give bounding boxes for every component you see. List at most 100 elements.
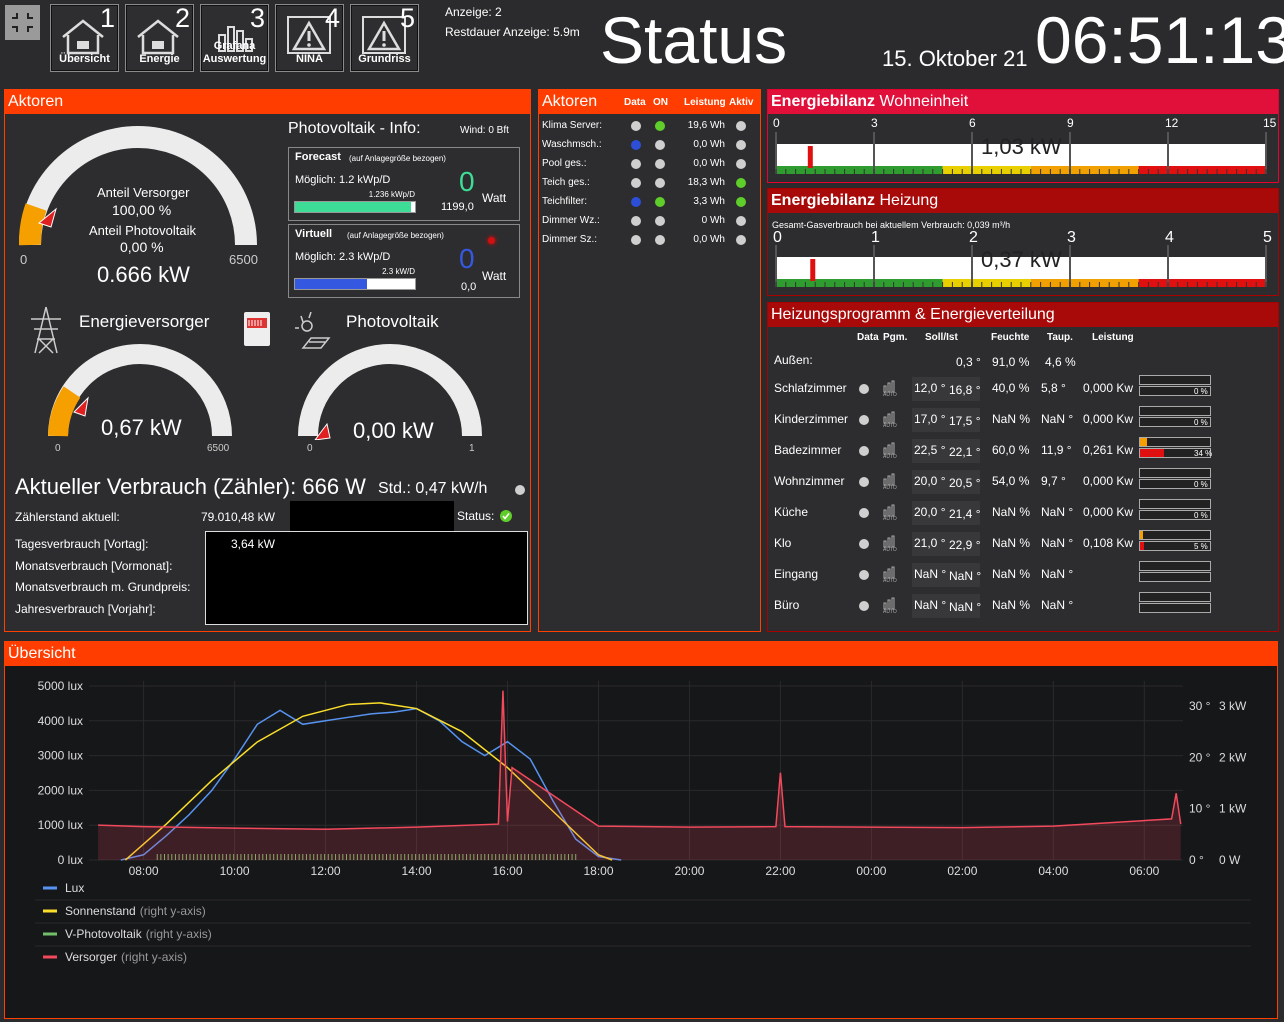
program-auto-icon[interactable]: AUTO <box>882 566 898 587</box>
verbrauch-row-label: Zählerstand aktuell: <box>15 510 120 524</box>
col-on: ON <box>653 97 668 108</box>
room-data-dot <box>859 601 869 611</box>
forecast-box: Forecast (auf Anlagegröße bezogen) Mögli… <box>288 147 520 221</box>
room-leistung: 0,261 Kw <box>1083 443 1134 457</box>
aktor-name: Dimmer Wz.: <box>542 215 600 226</box>
nav-label: NINA <box>296 53 323 65</box>
aktor-aktiv-dot <box>736 197 746 207</box>
room-taupunkt: NaN ° <box>1041 536 1074 550</box>
valve-bar <box>1139 530 1211 540</box>
program-auto-icon[interactable]: AUTO <box>882 535 898 556</box>
scale-tick: 2 <box>969 229 978 246</box>
verbrauch-title: Aktueller Verbrauch (Zähler): 666 W <box>15 474 366 499</box>
aktor-on-toggle[interactable] <box>655 178 665 188</box>
x-tick: 16:00 <box>492 864 522 878</box>
forecast-title: Forecast <box>295 151 341 163</box>
room-soll: 12,0 ° <box>914 381 946 395</box>
scale-tick: 9 <box>1067 116 1074 130</box>
pv-share-value: 0,00 % <box>120 239 164 255</box>
verbrauch-std: Std.: 0,47 kW/h <box>378 480 488 497</box>
room-feuchte: 60,0 % <box>992 443 1030 457</box>
room-feuchte: NaN % <box>992 598 1031 612</box>
program-auto-icon[interactable]: AUTO <box>882 380 898 401</box>
virtuell-value: 0 <box>459 243 475 274</box>
aktor-on-toggle[interactable] <box>655 197 665 207</box>
room-name: Schlafzimmer <box>774 381 847 395</box>
aktor-name: Teich ges.: <box>542 177 590 188</box>
fullscreen-button[interactable] <box>5 5 40 40</box>
forecast-kwp: 1.236 kWp/D <box>368 190 415 199</box>
forecast-progress <box>294 201 416 213</box>
program-auto-icon[interactable]: AUTO <box>882 442 898 463</box>
heizung-panel: Heizungsprogramm & Energieverteilung Dat… <box>767 302 1279 632</box>
room-soll: NaN ° <box>914 598 947 612</box>
room-taupunkt: 9,7 ° <box>1041 474 1066 488</box>
aktoren-panel: Aktoren Anteil Versorger 100,00 % Anteil… <box>4 89 531 632</box>
nav-button-4[interactable]: 4 NINA <box>275 3 344 72</box>
valve-fill <box>1140 531 1143 539</box>
x-tick: 00:00 <box>856 864 886 878</box>
aussen-feuchte: 91,0 % <box>992 355 1030 369</box>
wind-label: Wind: 0 Bft <box>460 125 509 136</box>
series-line-versorger <box>98 690 1182 830</box>
x-tick: 18:00 <box>583 864 613 878</box>
scale-tick: 15 <box>1263 116 1277 130</box>
aktor-data-dot <box>631 235 641 245</box>
nav-button-5[interactable]: 5 Grundriss <box>350 3 419 72</box>
svg-text:AUTO: AUTO <box>883 392 897 396</box>
aktor-data-dot <box>631 197 641 207</box>
y-left-tick: 4000 lux <box>38 714 83 728</box>
svg-text:AUTO: AUTO <box>883 547 897 551</box>
aktor-data-dot <box>631 216 641 226</box>
nav-number: 1 <box>99 3 115 33</box>
aktor-on-toggle[interactable] <box>655 121 665 131</box>
y-right-deg-tick: 30 ° <box>1189 699 1211 713</box>
verbrauch-row-label: Monatsverbrauch m. Grundpreis: <box>15 580 191 594</box>
forecast-unit: Watt <box>482 191 507 205</box>
aktor-data-dot <box>631 178 641 188</box>
virtuell-note: (auf Anlagegröße bezogen) <box>347 231 444 240</box>
room-data-dot <box>859 415 869 425</box>
aktor-on-toggle[interactable] <box>655 140 665 150</box>
valve-bar <box>1139 406 1211 416</box>
power-bar <box>1139 603 1211 613</box>
panel-title: Übersicht <box>5 642 1277 666</box>
nav-button-2[interactable]: 2 Energie <box>125 3 194 72</box>
energy-value: 1,03 kW <box>981 134 1062 159</box>
nav-button-3[interactable]: 3 Grafana Auswertung <box>200 3 269 72</box>
y-right-kw-tick: 1 kW <box>1219 802 1247 816</box>
nav-label: Übersicht <box>59 53 110 65</box>
forecast-possible: Möglich: 1.2 kWp/D <box>295 174 391 186</box>
aktor-aktiv-dot <box>736 140 746 150</box>
aktor-on-toggle[interactable] <box>655 159 665 169</box>
valve-fill <box>1140 438 1147 446</box>
svg-text:AUTO: AUTO <box>883 516 897 520</box>
room-feuchte: 54,0 % <box>992 474 1030 488</box>
col-pgm: Pgm. <box>883 332 908 343</box>
program-auto-icon[interactable]: AUTO <box>882 504 898 525</box>
program-auto-icon[interactable]: AUTO <box>882 473 898 494</box>
aktor-on-toggle[interactable] <box>655 216 665 226</box>
room-feuchte: 40,0 % <box>992 381 1030 395</box>
x-tick: 14:00 <box>402 864 432 878</box>
valve-bar <box>1139 468 1211 478</box>
valve-bar <box>1139 499 1211 509</box>
anzeige-label: Anzeige: 2 <box>445 5 502 19</box>
room-data-dot <box>859 477 869 487</box>
y-right-kw-tick: 2 kW <box>1219 750 1247 764</box>
scale-tick: 3 <box>871 116 878 130</box>
room-name: Küche <box>774 505 809 519</box>
room-data-dot <box>859 570 869 580</box>
room-ist: 21,4 ° <box>949 507 981 521</box>
room-leistung: 0,000 Kw <box>1083 381 1134 395</box>
col-data: Data <box>624 97 646 108</box>
photovoltaik-value: 0,00 kW <box>353 418 434 443</box>
program-auto-icon[interactable]: AUTO <box>882 411 898 432</box>
aktor-on-toggle[interactable] <box>655 235 665 245</box>
room-soll: 17,0 ° <box>914 412 946 426</box>
svg-text:AUTO: AUTO <box>883 454 897 458</box>
program-auto-icon[interactable]: AUTO <box>882 597 898 618</box>
aktor-aktiv-dot <box>736 178 746 188</box>
room-data-dot <box>859 539 869 549</box>
nav-button-1[interactable]: 1 Übersicht <box>50 3 119 72</box>
